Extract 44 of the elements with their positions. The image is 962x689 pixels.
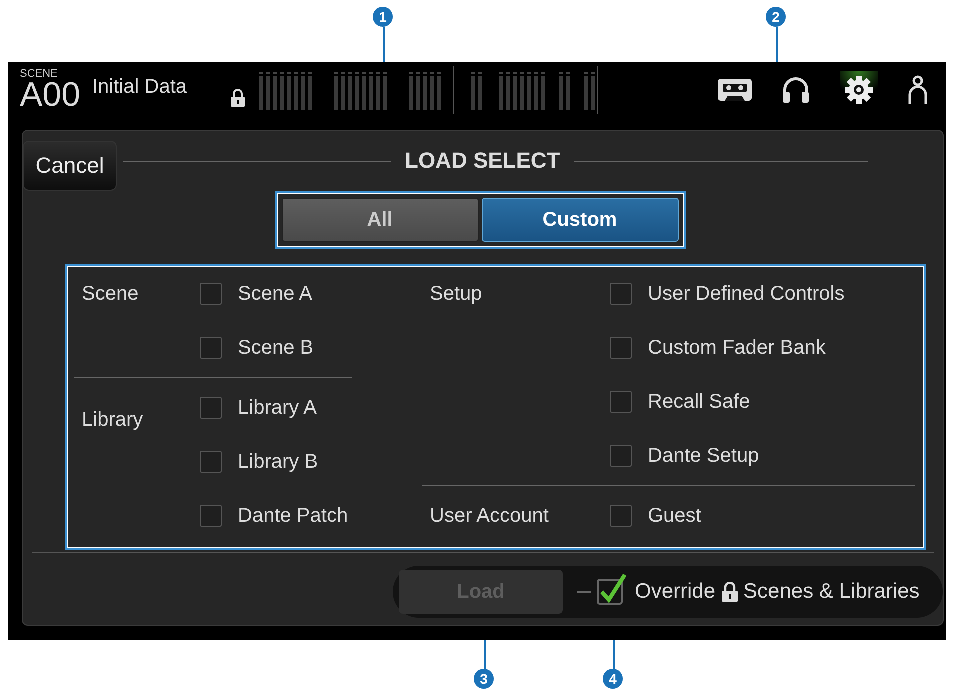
settings-icon[interactable] <box>844 75 874 105</box>
scene-name: Initial Data <box>92 76 187 99</box>
scene-label: SCENE <box>20 68 59 80</box>
group-label: Setup <box>429 282 484 307</box>
lock-icon <box>722 582 738 602</box>
cancel-button[interactable]: Cancel <box>23 141 117 191</box>
callout-number: 2 <box>766 7 786 27</box>
mode-tab[interactable]: Custom <box>482 198 678 242</box>
option-label: Dante Patch <box>238 504 348 528</box>
callout-number: 3 <box>474 669 494 689</box>
callout-number: 1 <box>373 7 393 27</box>
scene-number[interactable]: A00 <box>20 78 80 112</box>
override-checkbox[interactable] <box>597 573 627 605</box>
checkbox[interactable] <box>610 283 632 305</box>
cassette-icon[interactable] <box>718 79 752 101</box>
user-icon[interactable] <box>908 75 928 105</box>
checkbox[interactable] <box>200 337 222 359</box>
checkbox[interactable] <box>200 283 222 305</box>
group-label: Scene <box>81 282 140 307</box>
option-label: Library A <box>238 396 317 420</box>
option-label: Dante Setup <box>648 444 760 468</box>
group-label: Library <box>81 408 144 433</box>
checkbox[interactable] <box>200 505 222 527</box>
checkbox[interactable] <box>610 505 632 527</box>
callout-number: 4 <box>603 669 623 689</box>
option-label: Scene A <box>238 282 313 306</box>
dialog-title: LOAD SELECT <box>405 148 560 174</box>
checkbox[interactable] <box>610 337 632 359</box>
checkbox[interactable] <box>610 391 632 413</box>
override-label: Override <box>635 580 716 604</box>
option-label: Recall Safe <box>648 390 750 414</box>
checkbox[interactable] <box>200 451 222 473</box>
override-label: Scenes & Libraries <box>744 580 920 604</box>
option-label: Guest <box>648 504 702 528</box>
option-label: Custom Fader Bank <box>648 336 826 360</box>
option-label: Library B <box>238 450 318 474</box>
headphones-icon[interactable] <box>782 76 810 104</box>
checkbox[interactable] <box>610 445 632 467</box>
option-label: Scene B <box>238 336 314 360</box>
lock-icon <box>231 89 245 107</box>
mode-tab[interactable]: All <box>282 198 478 242</box>
group-label: User Account <box>429 504 550 529</box>
option-label: User Defined Controls <box>648 282 845 306</box>
checkbox[interactable] <box>200 397 222 419</box>
